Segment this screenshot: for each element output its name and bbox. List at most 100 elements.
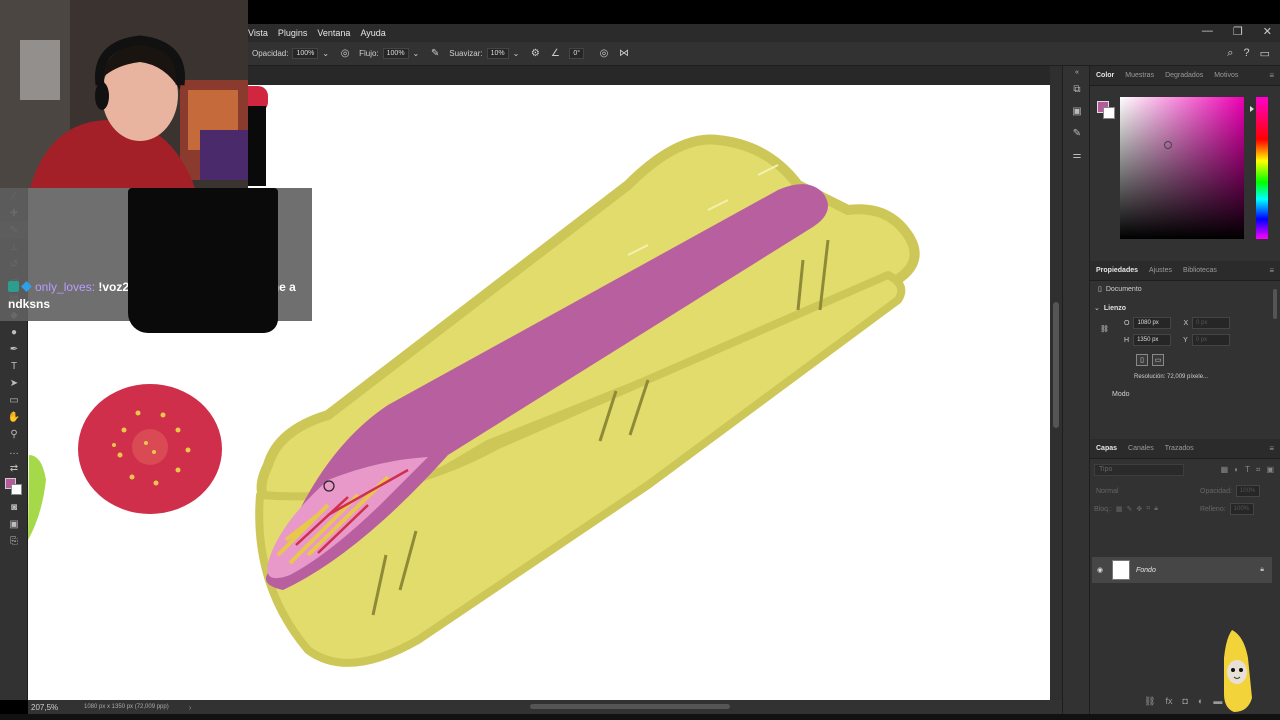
- filter-type-icon[interactable]: T: [1245, 465, 1250, 475]
- history-icon[interactable]: ⧉: [1063, 78, 1091, 100]
- more-tools-icon[interactable]: …: [0, 443, 28, 460]
- zoom-level[interactable]: 207,5%: [28, 703, 84, 712]
- blend-mode-select[interactable]: Normal: [1096, 488, 1196, 495]
- pressure-size-icon[interactable]: ◎: [598, 48, 610, 60]
- fill-input[interactable]: 100%: [1229, 503, 1254, 515]
- height-input[interactable]: 1350 px: [1133, 334, 1172, 346]
- type-tool-icon[interactable]: T: [0, 358, 28, 375]
- color-field[interactable]: [1120, 97, 1244, 239]
- zoom-tool-icon[interactable]: ⚲: [0, 426, 28, 443]
- angle-input[interactable]: 0°: [569, 48, 585, 59]
- path-select-icon[interactable]: ➤: [0, 375, 28, 392]
- menu-ayuda[interactable]: Ayuda: [360, 28, 385, 38]
- color-picker-handle[interactable]: [1164, 141, 1172, 149]
- dodge-tool-icon[interactable]: ●: [0, 324, 28, 341]
- share-icon[interactable]: ⎘: [0, 533, 28, 550]
- help-icon[interactable]: ?: [1243, 47, 1249, 60]
- banana-cat-icon: [1224, 630, 1252, 712]
- flow-input[interactable]: 100%: [382, 48, 409, 59]
- document-label: Documento: [1105, 285, 1142, 293]
- width-input[interactable]: 1080 px: [1133, 317, 1172, 329]
- hand-tool-icon[interactable]: ✋: [0, 409, 28, 426]
- hue-marker[interactable]: [1250, 106, 1254, 112]
- quick-mask-icon[interactable]: ◙: [0, 499, 28, 516]
- x-label: X: [1183, 319, 1189, 327]
- pressure-opacity-icon[interactable]: ◎: [339, 48, 351, 60]
- tab-paths[interactable]: Trazados: [1165, 445, 1194, 452]
- background-swatch[interactable]: [11, 484, 22, 495]
- collapse-icon[interactable]: «: [1063, 66, 1091, 78]
- airbrush-icon[interactable]: ✎: [429, 48, 441, 60]
- portrait-icon[interactable]: ▯: [1136, 354, 1148, 366]
- chevron-down-icon[interactable]: ⌄: [513, 49, 520, 58]
- fx-icon[interactable]: fx: [1165, 696, 1172, 707]
- y-input[interactable]: 0 px: [1191, 334, 1230, 346]
- symmetry-icon[interactable]: ⋈: [618, 48, 630, 60]
- landscape-icon[interactable]: ▭: [1152, 354, 1164, 366]
- opacity-input[interactable]: 100%: [292, 48, 319, 59]
- chevron-down-icon[interactable]: ⌄: [1094, 304, 1100, 312]
- color-swatches[interactable]: [0, 477, 27, 499]
- tab-gradients[interactable]: Degradados: [1165, 72, 1203, 79]
- canvas-edge-drawing: [248, 86, 270, 186]
- vertical-scrollbar[interactable]: [1050, 66, 1062, 700]
- horizontal-scrollbar[interactable]: [530, 704, 730, 709]
- eye-icon[interactable]: ◉: [1092, 566, 1108, 574]
- comments-icon[interactable]: ▣: [1063, 100, 1091, 122]
- tab-color[interactable]: Color: [1096, 72, 1114, 79]
- add-mask-icon[interactable]: ◘: [1182, 696, 1187, 707]
- adjustment-layer-icon[interactable]: ◐: [1198, 696, 1203, 707]
- tab-swatches[interactable]: Muestras: [1125, 72, 1154, 79]
- filter-shape-icon[interactable]: ⌗: [1256, 465, 1261, 475]
- layer-search-input[interactable]: Tipo: [1094, 464, 1184, 476]
- panel-menu-icon[interactable]: ≡: [1269, 266, 1274, 275]
- tab-properties[interactable]: Propiedades: [1096, 267, 1138, 274]
- brush-settings-icon[interactable]: ✎: [1063, 122, 1091, 144]
- lock-paint-icon[interactable]: ✎: [1127, 505, 1133, 513]
- filter-smart-icon[interactable]: ▣: [1266, 465, 1274, 475]
- lock-move-icon[interactable]: ✥: [1136, 505, 1142, 513]
- layer-row[interactable]: ◉ Fondo 🔒︎: [1092, 557, 1272, 583]
- rectangle-tool-icon[interactable]: ▭: [0, 392, 28, 409]
- workspace-icon[interactable]: ▭: [1260, 47, 1270, 60]
- tab-libraries[interactable]: Bibliotecas: [1183, 267, 1217, 274]
- hue-slider[interactable]: [1256, 97, 1268, 239]
- tab-channels[interactable]: Canales: [1128, 445, 1154, 452]
- properties-scrollbar[interactable]: [1273, 289, 1277, 319]
- restore-icon[interactable]: ❐: [1233, 25, 1243, 38]
- filter-adjust-icon[interactable]: ◐: [1234, 465, 1239, 475]
- link-layers-icon[interactable]: ⛓: [1144, 696, 1155, 707]
- x-input[interactable]: 0 px: [1192, 317, 1231, 329]
- smoothing-input[interactable]: 10%: [486, 48, 509, 59]
- chat-username: only_loves:: [35, 280, 96, 294]
- screen-mode-icon[interactable]: ▣: [0, 516, 28, 533]
- status-bar: 207,5% 1080 px x 1350 px (72,009 ppp) ›: [28, 700, 1062, 714]
- layer-name[interactable]: Fondo: [1136, 567, 1260, 574]
- tab-layers[interactable]: Capas: [1096, 445, 1117, 452]
- panel-menu-icon[interactable]: ≡: [1269, 71, 1274, 80]
- lock-all-icon[interactable]: 🔒︎: [1154, 505, 1158, 513]
- adjustments-icon[interactable]: ⚌: [1063, 144, 1091, 166]
- menu-plugins[interactable]: Plugins: [278, 28, 308, 38]
- chevron-down-icon[interactable]: ⌄: [413, 49, 420, 58]
- menu-ventana[interactable]: Ventana: [317, 28, 350, 38]
- close-icon[interactable]: ✕: [1263, 25, 1272, 38]
- search-icon[interactable]: ⌕: [1227, 47, 1233, 60]
- background-color[interactable]: [1103, 107, 1115, 119]
- lock-pixels-icon[interactable]: ▦: [1116, 505, 1123, 513]
- tab-adjustments[interactable]: Ajustes: [1149, 267, 1172, 274]
- link-icon[interactable]: ⛓: [1100, 325, 1109, 333]
- scroll-thumb[interactable]: [1053, 302, 1059, 428]
- lock-artboard-icon[interactable]: ⌗: [1146, 505, 1150, 513]
- panel-menu-icon[interactable]: ≡: [1269, 444, 1274, 453]
- swap-colors-icon[interactable]: ⇄: [0, 460, 28, 477]
- filter-pixel-icon[interactable]: ▦: [1221, 465, 1229, 475]
- gear-icon[interactable]: ⚙: [529, 48, 541, 60]
- menu-vista[interactable]: Vista: [248, 28, 268, 38]
- tab-patterns[interactable]: Motivos: [1214, 72, 1238, 79]
- chevron-right-icon[interactable]: ›: [189, 703, 192, 712]
- chevron-down-icon[interactable]: ⌄: [322, 49, 329, 58]
- layer-opacity-input[interactable]: 100%: [1235, 485, 1260, 497]
- minimize-icon[interactable]: —: [1202, 25, 1213, 38]
- pen-tool-icon[interactable]: ✒: [0, 341, 28, 358]
